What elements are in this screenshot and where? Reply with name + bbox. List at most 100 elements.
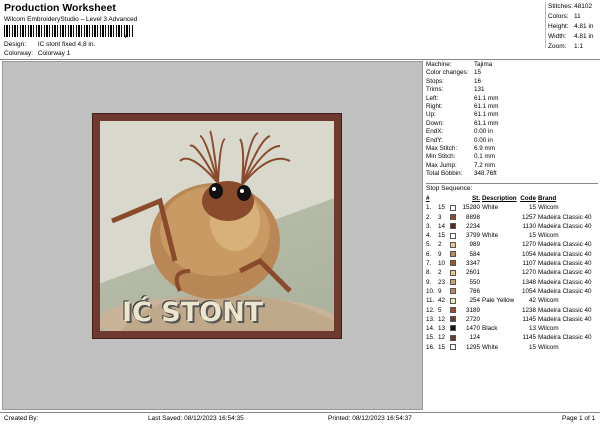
col-header: Description [482,195,517,202]
info-row: Machine: Tajima [426,61,598,69]
stat-label: Stitches: [548,3,573,10]
table-row: 13. 12 2720 1145 Madeira Classic 40 [426,315,598,324]
color-description [482,259,520,268]
machine-info: Machine: Tajima Color changes: 15 Stops: 16… [426,61,598,178]
table-row: 16. 15 1295 White 15 Wilcom [426,343,598,352]
software-subtitle: Wilcom EmbroideryStudio – Level 3 Advanc… [4,16,138,23]
col-header: St. [471,195,480,202]
color-description [482,287,520,296]
stitch-count: 254 [469,297,480,305]
color-swatch [450,240,460,249]
needle-number: 15 [438,343,446,351]
table-row: 3. 14 2234 1130 Madeira Classic 40 [426,222,598,231]
color-swatch [450,287,460,296]
thread-brand: Madeira Classic 40 [538,241,592,249]
info-label: Up: [426,111,436,119]
stitch-count: 15280 [462,204,480,212]
table-row: 14. 13 1470 Black 13 Wilcom [426,324,598,333]
swatch-box [450,269,456,276]
color-code: 1257 [521,213,536,221]
color-code: 15 [528,232,536,240]
swatch-box [450,223,456,230]
swatch-box [450,316,456,323]
barcode-suffix: / [125,31,128,40]
thread-brand: Madeira Classic 40 [538,213,592,221]
stat-label: Width: [548,33,567,40]
color-description: White [482,232,499,240]
info-label: EndY: [426,136,443,144]
stitch-count: 124 [469,334,480,342]
color-code: 1107 [522,260,536,268]
info-row: Total Bobbin: 348.76ft [426,170,598,178]
color-code: 1270 [521,241,536,249]
info-value: 0.00 in [474,136,493,144]
table-row: 11. 42 254 Pale Yellow 42 Wilcom [426,296,598,305]
swatch-box [450,279,456,285]
thread-brand: Wilcom [538,297,559,305]
color-swatch [450,278,460,287]
table-row: 6. 9 584 1054 Madeira Classic 40 [426,250,598,259]
color-description: Pale Yellow [482,297,515,305]
swatch-box [450,334,456,341]
color-code: 1348 [521,278,536,286]
design-label: Design: [4,41,27,48]
needle-number: 5 [438,306,442,314]
info-row: EndX: 0.00 in [426,128,598,136]
stop-number: 13. [426,315,435,323]
stat-row: Stitches: 48102 [546,2,599,12]
info-row: Stops: 16 [426,78,598,86]
color-description: White [482,204,499,212]
thread-brand: Wilcom [538,204,559,212]
info-value: 7.2 mm [474,161,495,169]
stitch-count: 2601 [465,269,480,277]
info-value: 61.1 mm [474,119,499,127]
info-label: Total Bobbin: [426,170,463,178]
info-value: 0.1 mm [474,153,495,161]
swatch-box [450,204,456,211]
info-label: Max Jump: [426,161,457,169]
needle-number: 14 [438,222,446,230]
stop-number: 3. [426,222,432,230]
needle-number: 10 [438,260,446,268]
thread-brand: Wilcom [538,343,559,351]
embroidery-artwork: IĆ STONT [100,121,334,331]
design-stats: Stitches: 48102 Colors: 11 Height: 4.81 in … [545,2,599,50]
stop-number: 10. [426,287,435,295]
stitch-count: 989 [469,241,480,249]
stop-number: 11. [426,297,435,305]
design-caption: IĆ STONT [122,297,264,328]
design-preview: IĆ STONT [2,61,423,410]
swatch-box [450,213,456,220]
design-name-row: Design: IC stont fixed 4,8 in. [4,41,95,48]
swatch-box [450,232,456,239]
col-header [438,194,450,203]
needle-number: 9 [438,287,442,295]
swatch-box [450,325,456,332]
info-row: Left: 61.1 mm [426,95,598,103]
divider [426,183,598,184]
colorway-row: Colorway: Colorway 1 [4,50,70,57]
printed-date: Printed: 08/12/2023 16:54:37 [328,415,412,422]
color-code: 1130 [522,222,536,230]
color-swatch [450,268,460,277]
design-value: IC stont fixed 4,8 in. [37,41,96,48]
embroidery-patch-border: IĆ STONT [92,113,342,339]
stat-value: 4.81 in [574,33,594,40]
info-row: Min Stitch: 0.1 mm [426,153,598,161]
thread-brand: Madeira Classic 40 [538,222,592,230]
stat-label: Zoom: [548,43,567,50]
thread-brand: Madeira Classic 40 [538,287,592,295]
stat-value: 4.81 in [574,23,594,30]
info-value: 16 [474,77,482,85]
thread-brand: Madeira Classic 40 [538,306,592,314]
table-row: 12. 5 3189 1238 Madeira Classic 40 [426,306,598,315]
color-swatch [450,231,460,240]
stop-sequence-table: # St. Description Code Brand 1. 15 15280 Wh… [426,194,598,352]
col-header: Code [520,195,536,202]
color-description [482,268,520,277]
color-swatch [450,296,460,305]
swatch-box [450,260,456,267]
color-code: 15 [528,343,536,351]
color-swatch [450,222,460,231]
info-row: Up: 61.1 mm [426,111,598,119]
